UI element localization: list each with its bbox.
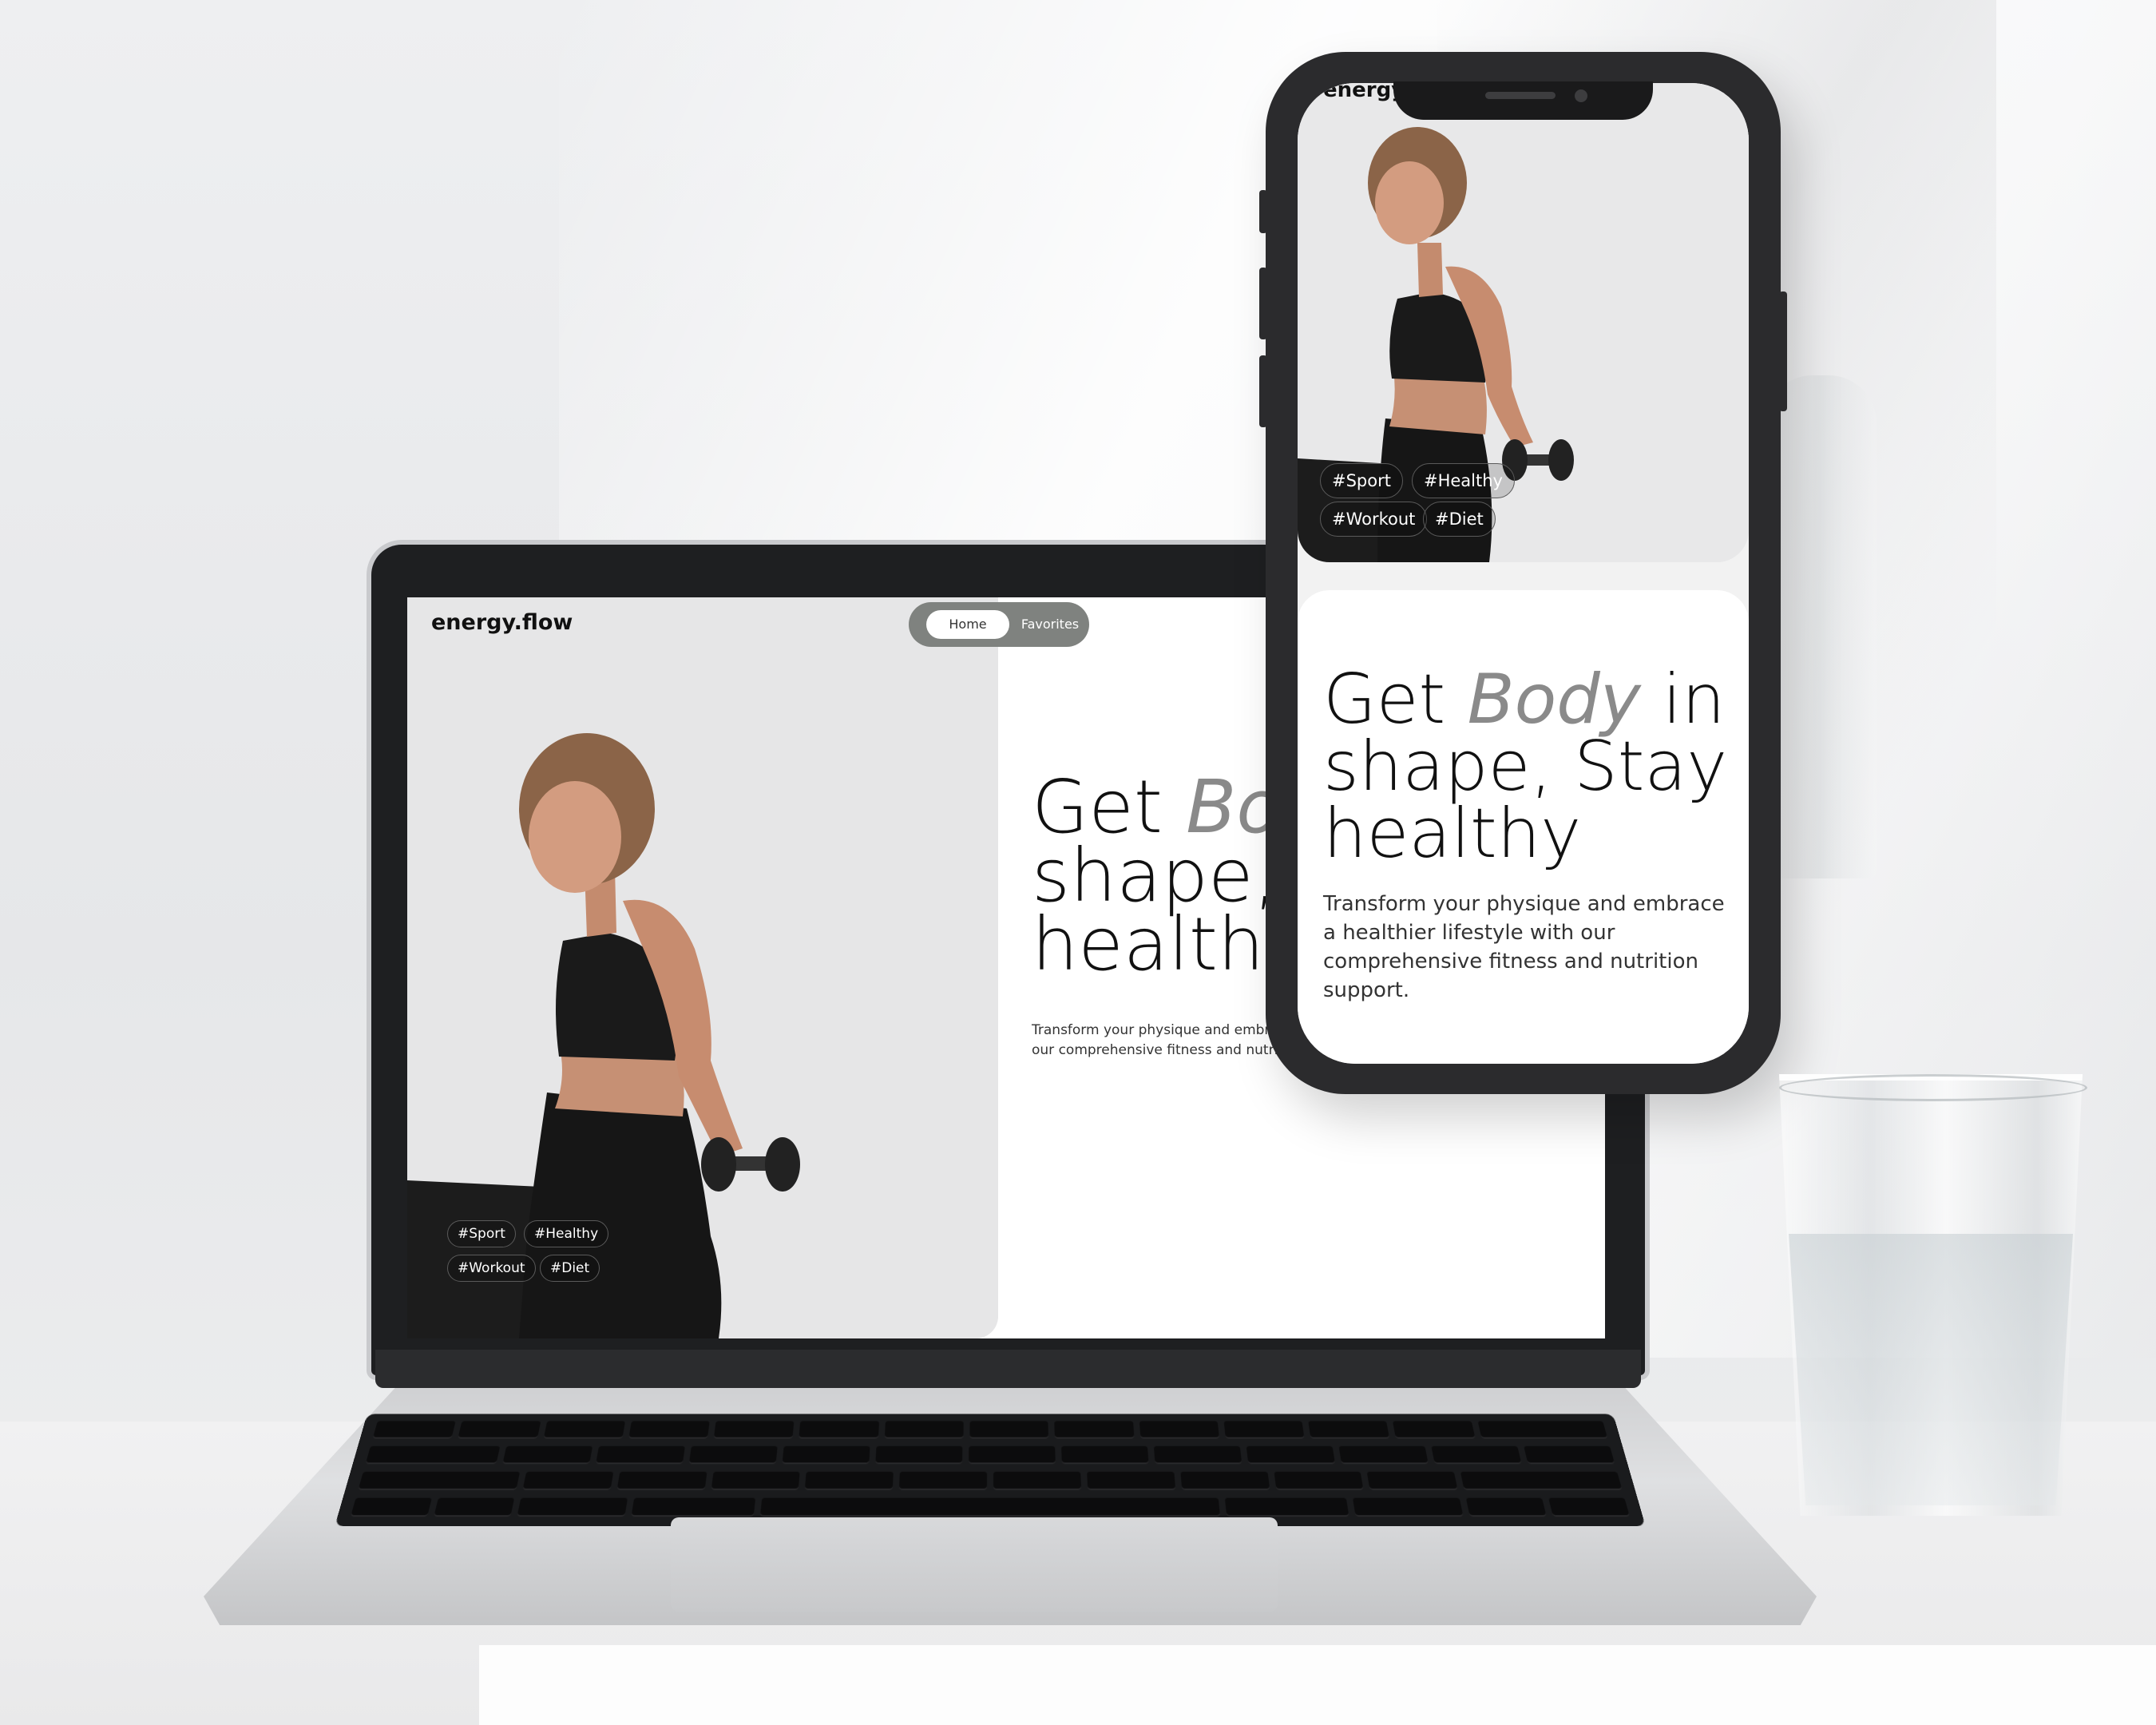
desktop-hero-image: #Sport #Healthy #Workout #Diet: [407, 597, 998, 1338]
tag-diet[interactable]: #Diet: [540, 1255, 600, 1282]
main-nav: Home Favorites: [909, 602, 1089, 647]
tag-sport[interactable]: #Sport: [447, 1220, 516, 1247]
mobile-hero-card: Get Body in shape, Stay healthy Transfor…: [1298, 590, 1749, 1064]
glass-rim: [1779, 1074, 2087, 1101]
phone-silent-switch: [1259, 190, 1267, 233]
mobile-hero-image: energy. #Sport #Healthy #Workout #Diet: [1298, 83, 1749, 562]
mobile-tag-healthy[interactable]: #Healthy: [1412, 463, 1515, 498]
mobile-hero-subtitle: Transform your physique and embrace a he…: [1323, 892, 1725, 1002]
phone-volume-up: [1259, 268, 1267, 339]
laptop-chin: [375, 1350, 1641, 1388]
phone-volume-down: [1259, 355, 1267, 427]
phone-screen: energy. #Sport #Healthy #Workout #Diet G…: [1298, 83, 1749, 1064]
tag-healthy[interactable]: #Healthy: [524, 1220, 609, 1247]
nav-home-link[interactable]: Home: [926, 610, 1009, 639]
phone-power-button: [1779, 291, 1787, 411]
mobile-hero-title: Get Body in shape, Stay healthy: [1323, 665, 1738, 868]
phone-notch: [1393, 81, 1653, 120]
phone-camera: [1575, 89, 1587, 102]
laptop-trackpad: [671, 1517, 1278, 1612]
site-logo[interactable]: energy.flow: [431, 610, 573, 635]
mobile-tag-diet[interactable]: #Diet: [1423, 502, 1496, 537]
laptop-keyboard: [335, 1414, 1646, 1527]
table-edge: [479, 1645, 2156, 1725]
mobile-tag-sport[interactable]: #Sport: [1320, 463, 1403, 498]
phone-speaker: [1485, 92, 1556, 99]
mobile-tag-workout[interactable]: #Workout: [1320, 502, 1428, 537]
glass-water: [1789, 1234, 2073, 1505]
tag-workout[interactable]: #Workout: [447, 1255, 536, 1282]
nav-favorites-link[interactable]: Favorites: [1016, 610, 1084, 639]
glass-bottle: [1765, 375, 1877, 878]
